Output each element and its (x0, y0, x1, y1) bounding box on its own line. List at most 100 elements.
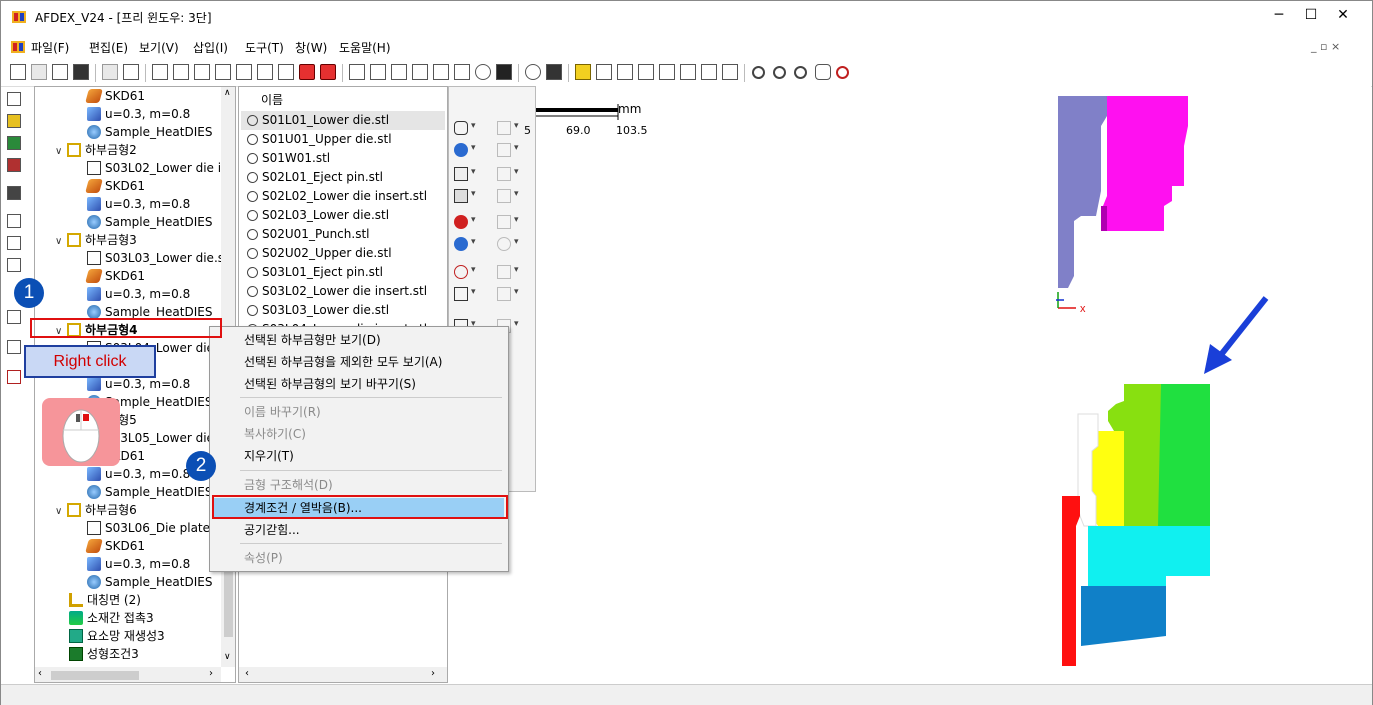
file-list-item[interactable]: S02L02_Lower die insert.stl (247, 187, 427, 206)
cube-icon[interactable] (7, 258, 21, 272)
tree-group-item[interactable]: ∨ 하부금형6 (55, 501, 137, 519)
menu-item-air-trap[interactable]: 공기갇힘... (244, 520, 300, 540)
die-setup-1-icon[interactable] (152, 64, 168, 80)
file-list-item[interactable]: S02U01_Punch.stl (247, 225, 369, 244)
scroll-down-icon[interactable]: ∨ (224, 652, 231, 662)
tree-horizontal-scrollbar[interactable]: ‹ › (35, 667, 221, 682)
monitor-dark-icon[interactable] (7, 186, 21, 200)
hierarchy-icon[interactable] (7, 236, 21, 250)
analysis-4-icon[interactable] (412, 64, 428, 80)
zoom-in-icon[interactable] (773, 66, 786, 79)
tree-item[interactable]: u=0.3, m=0.8 (87, 285, 190, 303)
analysis-7-icon[interactable] (475, 64, 491, 80)
analysis-6-icon[interactable] (454, 64, 470, 80)
analysis-3-icon[interactable] (391, 64, 407, 80)
menu-tools[interactable]: 도구(T) (245, 39, 284, 56)
tree-item[interactable]: 요소망 재생성3 (69, 627, 165, 645)
die-setup-9-icon[interactable] (320, 64, 336, 80)
maximize-button[interactable]: ☐ (1296, 7, 1326, 27)
menu-file[interactable]: 파일(F) (31, 39, 69, 56)
gear-condition-button[interactable]: ▾ (497, 235, 521, 253)
menu-item-delete[interactable]: 지우기(T) (244, 446, 294, 466)
tree-group-item[interactable]: ∨ 하부금형2 (55, 141, 137, 159)
die-setup-3-icon[interactable] (194, 64, 210, 80)
save-icon[interactable] (73, 64, 89, 80)
mesh-condition-button[interactable]: ▾ (497, 119, 521, 137)
tree-item[interactable]: 성형조건3 (69, 645, 139, 663)
pin-condition-button[interactable]: ▾ (497, 141, 521, 159)
tree-item[interactable]: SKD61 (85, 177, 145, 195)
file-list-item[interactable]: S03L01_Eject pin.stl (247, 263, 383, 282)
tree-item[interactable]: Sample_HeatDIES (87, 483, 212, 501)
expand-caret-icon[interactable]: ∨ (55, 503, 67, 521)
tree-item[interactable]: Sample_HeatDIES (87, 213, 212, 231)
tree-item[interactable]: 소재간 접촉3 (69, 609, 154, 627)
file-list-item[interactable]: S02U02_Upper die.stl (247, 244, 392, 263)
die-setup-8-icon[interactable] (299, 64, 315, 80)
table-icon[interactable] (7, 310, 21, 324)
list-icon[interactable] (7, 214, 21, 228)
analysis-5-icon[interactable] (433, 64, 449, 80)
scroll-up-icon[interactable]: ∧ (224, 88, 231, 98)
stress-condition-button[interactable]: ▾ (454, 187, 478, 205)
menu-view[interactable]: 보기(V) (139, 39, 179, 56)
table-condition-button[interactable]: ▾ (497, 213, 521, 231)
punch-condition-button[interactable]: ▾ (497, 187, 521, 205)
file-list-item[interactable]: S03L03_Lower die.stl (247, 301, 389, 320)
tree-hscroll-thumb[interactable] (51, 671, 139, 680)
die-setup-7-icon[interactable] (278, 64, 294, 80)
die-setup-2-icon[interactable] (173, 64, 189, 80)
node-condition-button[interactable]: ▾ (497, 263, 521, 281)
tree-item[interactable]: SKD61 (85, 537, 145, 555)
temperature-condition-button[interactable]: ▾ (454, 235, 478, 253)
file-list-item[interactable]: S01W01.stl (247, 149, 330, 168)
close-button[interactable]: ✕ (1328, 7, 1358, 27)
process-icon[interactable] (7, 114, 21, 128)
zoom-window-icon[interactable] (794, 66, 807, 79)
graphics-viewport[interactable]: x mm 5 69.0 103.5 (524, 86, 1371, 683)
scroll-right-icon[interactable]: › (209, 668, 213, 679)
menu-item-show-selected-only[interactable]: 선택된 하부금형만 보기(D) (244, 330, 381, 350)
menu-help[interactable]: 도움말(H) (339, 39, 391, 56)
camera-icon[interactable] (525, 64, 541, 80)
tree-item[interactable]: SKD61 (85, 267, 145, 285)
view-back-icon[interactable] (596, 64, 612, 80)
view-rotate-icon[interactable] (701, 64, 717, 80)
contact-condition-button[interactable]: ▾ (454, 263, 478, 281)
tree-item[interactable]: SKD61 (85, 87, 145, 105)
scroll-left-icon[interactable]: ‹ (245, 668, 249, 679)
file-list-item[interactable]: S03L02_Lower die insert.stl (247, 282, 427, 301)
view-right-icon[interactable] (680, 64, 696, 80)
tree-group-item[interactable]: ∨ 하부금형3 (55, 231, 137, 249)
new-file-icon[interactable] (10, 64, 26, 80)
heat-contact-button[interactable]: ▾ (454, 285, 478, 303)
menu-item-show-all-except-selected[interactable]: 선택된 하부금형을 제외한 모두 보기(A) (244, 352, 442, 372)
view-iso-icon[interactable] (722, 64, 738, 80)
menu-item-toggle-selected-view[interactable]: 선택된 하부금형의 보기 바꾸기(S) (244, 374, 416, 394)
scroll-left-icon[interactable]: ‹ (38, 668, 42, 679)
view-top-icon[interactable] (617, 64, 633, 80)
tree-item[interactable]: u=0.3, m=0.8 (87, 195, 190, 213)
analysis-2-icon[interactable] (370, 64, 386, 80)
pan-hand-icon[interactable] (815, 64, 831, 80)
tree-item[interactable]: S03L06_Die plate (87, 519, 210, 537)
minimize-button[interactable]: ─ (1264, 7, 1294, 27)
file-list-item[interactable]: S01U01_Upper die.stl (247, 130, 392, 149)
die-setup-4-icon[interactable] (215, 64, 231, 80)
menu-item-properties[interactable]: 속성(P) (244, 548, 283, 568)
wrench-icon[interactable] (496, 64, 512, 80)
pen-condition-button[interactable]: ▾ (497, 165, 521, 183)
tree-item[interactable]: u=0.3, m=0.8 (87, 555, 190, 573)
file-list-item[interactable]: S01L01_Lower die.stl (241, 111, 445, 130)
open-file-icon[interactable] (31, 64, 47, 80)
analysis-1-icon[interactable] (349, 64, 365, 80)
friction-condition-button[interactable]: ▾ (454, 119, 478, 137)
file-list-item[interactable]: S02L03_Lower die.stl (247, 206, 389, 225)
monitor-red-icon[interactable] (7, 158, 21, 172)
menu-edit[interactable]: 편집(E) (89, 39, 128, 56)
heat-transfer-button[interactable]: ▾ (454, 165, 478, 183)
export-icon[interactable] (123, 64, 139, 80)
menu-insert[interactable]: 삽입(I) (193, 39, 228, 56)
tree-item[interactable]: Sample_HeatDIES (87, 123, 212, 141)
tree-item[interactable]: Sample_HeatDIES (87, 573, 212, 591)
